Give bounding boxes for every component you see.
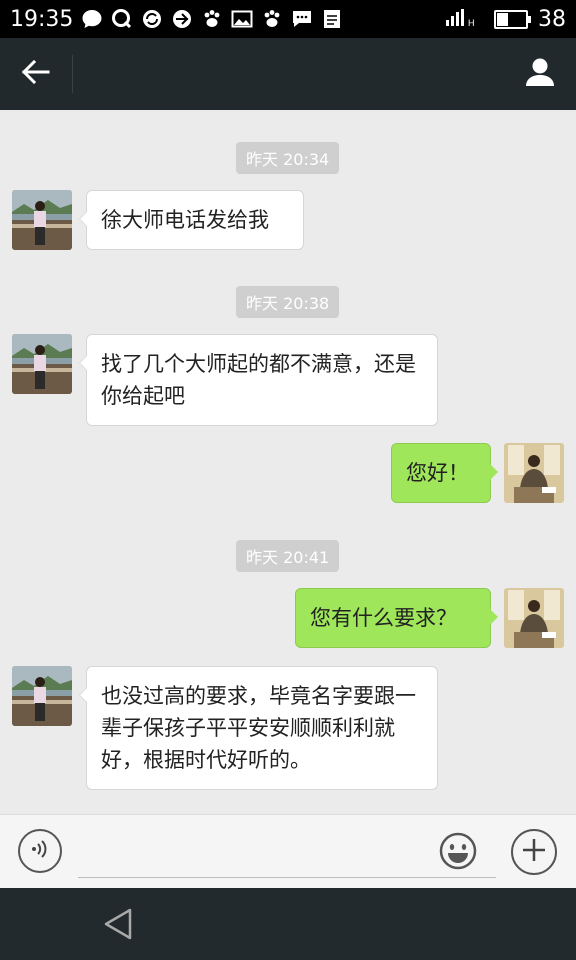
document-icon: [321, 8, 343, 30]
qq-icon: [111, 8, 133, 30]
chat-header: [0, 38, 576, 110]
contact-avatar[interactable]: [12, 666, 72, 726]
timestamp: 昨天 20:38: [236, 286, 340, 318]
input-bar: [0, 814, 576, 889]
sms-icon: [291, 8, 313, 30]
more-button[interactable]: [511, 829, 557, 875]
battery-icon: [494, 9, 531, 29]
paw-icon: [201, 8, 223, 30]
plus-icon: [521, 837, 547, 867]
contact-avatar[interactable]: [12, 190, 72, 250]
sync-icon: [141, 8, 163, 30]
svg-text:H: H: [468, 18, 475, 28]
paw-icon: [261, 8, 283, 30]
incoming-message[interactable]: 也没过高的要求，毕竟名字要跟一辈子保孩子平平安安顺顺利利就好，根据时代好听的。: [79, 666, 438, 790]
emoji-icon: [438, 832, 478, 875]
app-icon: [171, 8, 193, 30]
system-nav-bar: [0, 888, 576, 960]
outgoing-message[interactable]: 您好！: [391, 443, 498, 503]
back-button[interactable]: [0, 38, 72, 110]
voice-button[interactable]: [18, 829, 62, 873]
gallery-icon: [231, 8, 253, 30]
voice-icon: [28, 837, 52, 865]
message-icon: [81, 8, 103, 30]
my-avatar[interactable]: [504, 443, 564, 503]
outgoing-message[interactable]: 您有什么要求？: [295, 588, 498, 648]
notification-icons: [81, 8, 343, 30]
nav-back-icon: [100, 908, 136, 946]
incoming-message[interactable]: 徐大师电话发给我: [79, 190, 304, 250]
status-bar: 19:35 H 38: [0, 0, 576, 38]
my-avatar[interactable]: [504, 588, 564, 648]
system-back-button[interactable]: [100, 906, 136, 946]
timestamp: 昨天 20:34: [236, 142, 340, 174]
battery-level: 38: [538, 6, 566, 32]
incoming-message[interactable]: 找了几个大师起的都不满意，还是你给起吧: [79, 334, 438, 426]
status-time: 19:35: [10, 6, 74, 32]
timestamp: 昨天 20:41: [236, 540, 340, 572]
signal-icon: H: [444, 6, 484, 32]
arrow-left-icon: [21, 59, 50, 88]
emoji-button[interactable]: [438, 831, 478, 871]
header-divider: [72, 55, 73, 93]
contact-avatar[interactable]: [12, 334, 72, 394]
person-icon: [524, 57, 556, 91]
message-input[interactable]: [78, 829, 496, 878]
message-list[interactable]: 昨天 20:34 徐大师电话发给我昨天 20:38 找了几个大师起的都不满意，还是你…: [0, 110, 576, 814]
chat-info-button[interactable]: [504, 38, 576, 110]
